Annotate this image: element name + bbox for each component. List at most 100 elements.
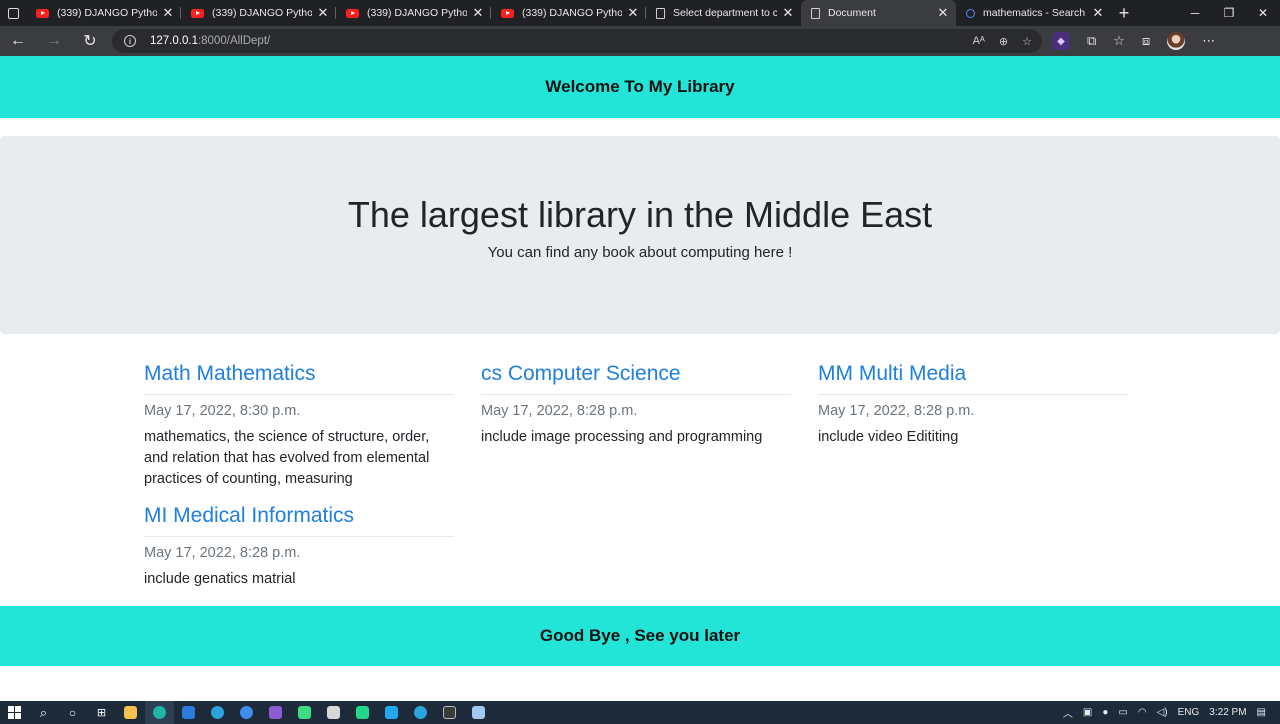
- department-date: May 17, 2022, 8:28 p.m.: [481, 403, 638, 419]
- url-host: 127.0.0.1: [150, 35, 198, 47]
- toolbar-icons: ◆ ⧉ ☆ ⧈ ⋯: [1052, 32, 1215, 50]
- forward-button[interactable]: →: [36, 26, 72, 56]
- document-icon: [656, 7, 665, 19]
- hero-jumbotron: The largest library in the Middle East Y…: [0, 136, 1280, 334]
- pycharm-icon[interactable]: [348, 701, 377, 724]
- tab-actions-icon[interactable]: [0, 0, 26, 26]
- close-tab-icon[interactable]: ✕: [936, 5, 950, 21]
- window-controls: ─ ❐ ✕: [1178, 0, 1280, 26]
- extension-icon[interactable]: ◆: [1052, 32, 1070, 50]
- department-description: mathematics, the science of structure, o…: [144, 429, 430, 487]
- battery-icon[interactable]: ▭: [1118, 707, 1127, 718]
- browser-tab[interactable]: mathematics - Search ✕: [956, 0, 1111, 26]
- tab-title: (339) DJANGO Python L: [57, 7, 157, 19]
- meet-now-icon[interactable]: ▣: [1083, 707, 1092, 718]
- minimize-icon[interactable]: ─: [1178, 0, 1212, 26]
- cortana-icon[interactable]: ○: [58, 701, 87, 724]
- youtube-icon: [191, 8, 204, 18]
- notification-icon[interactable]: ▤: [1257, 707, 1266, 718]
- hero-title: The largest library in the Middle East: [347, 194, 933, 235]
- tab-title: (339) DJANGO Python L: [212, 7, 312, 19]
- refresh-button[interactable]: ↻: [72, 26, 108, 56]
- add-favorite-icon[interactable]: ☆: [1022, 35, 1032, 48]
- close-tab-icon[interactable]: ✕: [161, 5, 175, 21]
- youtube-icon: [346, 8, 359, 18]
- youtube-icon: [36, 8, 49, 18]
- volume-icon[interactable]: ◁): [1157, 707, 1168, 718]
- browser-tab[interactable]: (339) DJANGO Python L ✕: [181, 0, 336, 26]
- department-date: May 17, 2022, 8:30 p.m.: [144, 403, 301, 419]
- department-title-link[interactable]: MI Medical Informatics: [144, 504, 454, 537]
- department-card: MI Medical Informatics May 17, 2022, 8:2…: [144, 504, 454, 590]
- browser-toolbar: ← → ↻ i 127.0.0.1:8000/AllDept/ Aᴬ ⊕ ☆ ◆…: [0, 26, 1280, 56]
- department-title-link[interactable]: cs Computer Science: [481, 362, 791, 395]
- language-indicator[interactable]: ENG: [1178, 707, 1200, 718]
- wifi-icon[interactable]: ◠: [1138, 707, 1147, 718]
- close-window-icon[interactable]: ✕: [1246, 0, 1280, 26]
- close-tab-icon[interactable]: ✕: [471, 5, 485, 21]
- more-menu-icon[interactable]: ⋯: [1202, 33, 1215, 49]
- department-title-link[interactable]: Math Mathematics: [144, 362, 454, 395]
- notepad-icon[interactable]: [464, 701, 493, 724]
- telegram-icon[interactable]: [406, 701, 435, 724]
- close-tab-icon[interactable]: ✕: [626, 5, 640, 21]
- browser-tab-strip: (339) DJANGO Python L ✕ (339) DJANGO Pyt…: [0, 0, 1280, 26]
- department-card: MM Multi Media May 17, 2022, 8:28 p.m. i…: [818, 362, 1128, 448]
- search-icon: [966, 8, 975, 18]
- footer-title: Good Bye , See you later: [539, 626, 741, 645]
- department-card: Math Mathematics May 17, 2022, 8:30 p.m.…: [144, 362, 454, 490]
- header-bar: Welcome To My Library: [0, 56, 1280, 118]
- start-button[interactable]: [0, 701, 29, 724]
- visual-studio-icon[interactable]: [261, 701, 290, 724]
- telegram-icon[interactable]: [203, 701, 232, 724]
- tab-title: Document: [828, 7, 876, 19]
- close-tab-icon[interactable]: ✕: [316, 5, 330, 21]
- app-icon[interactable]: [319, 701, 348, 724]
- department-date: May 17, 2022, 8:28 p.m.: [144, 545, 301, 561]
- browser-tab[interactable]: Select department to cl ✕: [646, 0, 801, 26]
- document-icon: [811, 7, 820, 19]
- file-explorer-icon[interactable]: [116, 701, 145, 724]
- chevron-up-icon[interactable]: ︿: [1063, 705, 1073, 720]
- new-tab-button[interactable]: +: [1111, 0, 1137, 26]
- vscode-icon[interactable]: [377, 701, 406, 724]
- mail-icon[interactable]: [174, 701, 203, 724]
- chrome-icon[interactable]: [232, 701, 261, 724]
- os-taskbar: ⌕ ○ ⊞ ︿ ▣ ● ▭ ◠ ◁) ENG 3:22 PM ▤: [0, 701, 1280, 724]
- browser-tab[interactable]: (339) DJANGO Python L ✕: [336, 0, 491, 26]
- system-tray: ︿ ▣ ● ▭ ◠ ◁) ENG 3:22 PM ▤: [1063, 705, 1280, 720]
- zoom-icon[interactable]: ⊕: [999, 35, 1008, 48]
- url-path: :8000/AllDept/: [197, 35, 271, 47]
- browser-tab-active[interactable]: Document ✕: [801, 0, 956, 26]
- browser-tab[interactable]: (339) DJANGO Python L ✕: [491, 0, 646, 26]
- search-icon[interactable]: ⌕: [29, 701, 58, 724]
- close-tab-icon[interactable]: ✕: [781, 5, 795, 21]
- address-bar-actions: Aᴬ ⊕ ☆: [973, 35, 1042, 48]
- back-button[interactable]: ←: [0, 26, 36, 56]
- department-date: May 17, 2022, 8:28 p.m.: [818, 403, 975, 419]
- footer-bar: Good Bye , See you later: [0, 606, 1280, 666]
- tab-title: mathematics - Search: [983, 7, 1086, 19]
- address-bar[interactable]: i 127.0.0.1:8000/AllDept/ Aᴬ ⊕ ☆: [112, 29, 1042, 53]
- department-description: include genatics matrial: [144, 571, 296, 587]
- microphone-icon[interactable]: ●: [1102, 707, 1108, 718]
- terminal-icon[interactable]: [435, 701, 464, 724]
- browser-tab[interactable]: (339) DJANGO Python L ✕: [26, 0, 181, 26]
- extensions-icon[interactable]: ⧉: [1087, 33, 1096, 49]
- favorites-icon[interactable]: ☆: [1113, 33, 1125, 49]
- task-view-icon[interactable]: ⊞: [87, 701, 116, 724]
- profile-avatar[interactable]: [1167, 32, 1186, 50]
- clock[interactable]: 3:22 PM: [1209, 707, 1246, 718]
- department-description: include image processing and programming: [481, 429, 763, 445]
- site-info-icon[interactable]: i: [124, 35, 136, 47]
- page-content: Welcome To My Library The largest librar…: [0, 56, 1280, 701]
- tab-title: (339) DJANGO Python L: [367, 7, 467, 19]
- department-title-link[interactable]: MM Multi Media: [818, 362, 1128, 395]
- edge-icon[interactable]: [145, 701, 174, 724]
- department-description: include video Edititing: [818, 429, 959, 445]
- restore-icon[interactable]: ❐: [1212, 0, 1246, 26]
- collections-icon[interactable]: ⧈: [1142, 33, 1150, 49]
- read-aloud-icon[interactable]: Aᴬ: [973, 35, 985, 48]
- close-tab-icon[interactable]: ✕: [1091, 5, 1105, 21]
- android-studio-icon[interactable]: [290, 701, 319, 724]
